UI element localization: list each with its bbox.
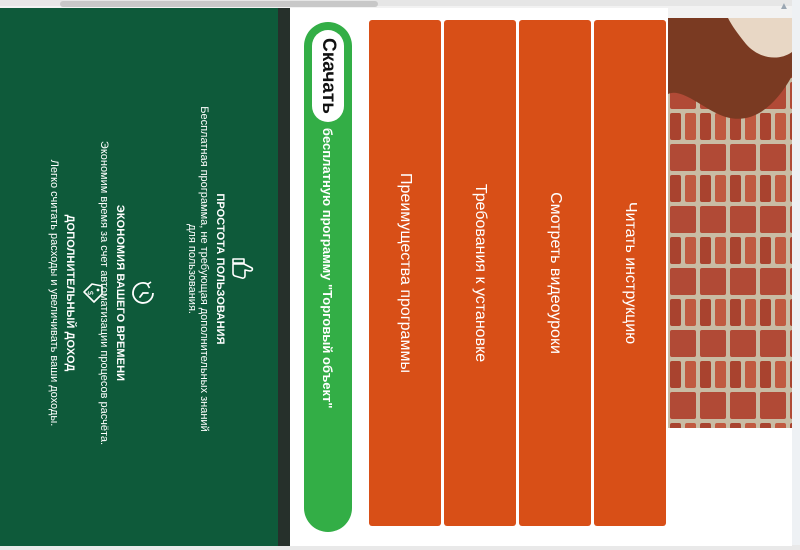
menu-tile-advantages[interactable]: Преимущества программы bbox=[369, 20, 441, 526]
feature-title: ПРОСТОТА ПОЛЬЗОВАНИЯ bbox=[214, 193, 226, 345]
menu-tile-requirements[interactable]: Требования к установке bbox=[444, 20, 516, 526]
menu-tile-label: Смотреть видеоуроки bbox=[547, 192, 564, 354]
download-text: бесплатную программу "Торговый объект" bbox=[320, 127, 336, 409]
features-content: ПРОСТОТА ПОЛЬЗОВАНИЯ Бесплатная программ… bbox=[0, 8, 278, 546]
feature-extra-income: $ ДОПОЛНИТЕЛЬНЫЙ ДОХОД Легко считать рас… bbox=[48, 78, 106, 508]
feature-text: Бесплатная программа, не требующая допол… bbox=[186, 106, 210, 432]
scroll-up-arrow-icon[interactable]: ▲ bbox=[776, 0, 792, 14]
menu-tile-video-lessons[interactable]: Смотреть видеоуроки bbox=[519, 20, 591, 526]
svg-text:$: $ bbox=[86, 290, 95, 295]
download-button-content: Скачать бесплатную программу "Торговый о… bbox=[304, 22, 352, 532]
vertical-scrollbar[interactable] bbox=[792, 0, 800, 550]
main-content: Скачать бесплатную программу "Торговый о… bbox=[290, 8, 668, 546]
feature-title: ЭКОНОМИЯ ВАШЕГО ВРЕМЕНИ bbox=[114, 204, 126, 382]
features-panel: ПРОСТОТА ПОЛЬЗОВАНИЯ Бесплатная программ… bbox=[0, 8, 278, 546]
download-label: Скачать bbox=[312, 30, 344, 122]
menu-tile-label: Требования к установке bbox=[472, 183, 489, 363]
brick-wall-photo bbox=[668, 18, 792, 428]
menu-tile-label: Читать инструкцию bbox=[622, 201, 639, 345]
horizontal-scrollbar-thumb[interactable] bbox=[60, 1, 378, 7]
download-button[interactable]: Скачать бесплатную программу "Торговый о… bbox=[304, 22, 352, 532]
feature-title: ДОПОЛНИТЕЛЬНЫЙ ДОХОД bbox=[64, 214, 76, 372]
menu-tile-label: Преимущества программы bbox=[397, 173, 414, 373]
thumbs-up-icon bbox=[230, 256, 256, 282]
feature-text: Легко считать расходы и увеличивать ваши… bbox=[48, 159, 60, 427]
dark-divider bbox=[278, 8, 290, 546]
money-tag-icon: $ bbox=[80, 280, 106, 306]
clock-icon bbox=[130, 280, 156, 306]
feature-ease-of-use: ПРОСТОТА ПОЛЬЗОВАНИЯ Бесплатная программ… bbox=[186, 104, 256, 434]
photo-spacer bbox=[668, 428, 792, 546]
feature-time-saving: ЭКОНОМИЯ ВАШЕГО ВРЕМЕНИ Экономим время з… bbox=[98, 78, 156, 508]
menu-tile-instructions[interactable]: Читать инструкцию bbox=[594, 20, 666, 526]
